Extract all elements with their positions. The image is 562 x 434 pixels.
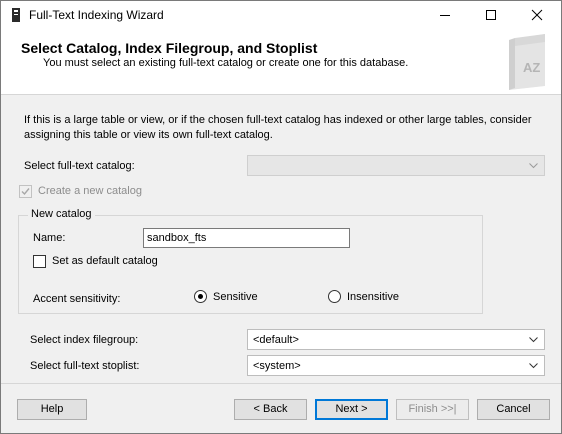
help-button[interactable]: Help — [17, 399, 87, 420]
page-title: Select Catalog, Index Filegroup, and Sto… — [21, 40, 318, 56]
next-button[interactable]: Next > — [315, 399, 388, 420]
chevron-down-icon — [529, 363, 538, 369]
chevron-down-icon — [529, 337, 538, 343]
catalog-combo[interactable] — [247, 155, 545, 176]
catalog-name-input[interactable] — [144, 229, 349, 247]
accent-sensitivity-label: Accent sensitivity: — [33, 293, 121, 305]
catalog-name-field[interactable] — [143, 228, 350, 248]
app-icon — [12, 8, 20, 22]
create-catalog-checkbox[interactable] — [19, 185, 32, 198]
close-button[interactable] — [514, 1, 560, 29]
finish-button[interactable]: Finish >>| — [396, 399, 469, 420]
insensitive-label: Insensitive — [347, 291, 399, 303]
catalog-book-icon: AZ — [509, 34, 545, 90]
minimize-button[interactable] — [422, 1, 468, 29]
filegroup-combo[interactable]: <default> — [247, 329, 545, 350]
checkmark-icon — [21, 188, 30, 196]
window-title: Full-Text Indexing Wizard — [29, 8, 164, 22]
wizard-window: Full-Text Indexing Wizard Select Catalog… — [0, 0, 562, 434]
back-button[interactable]: < Back — [234, 399, 307, 420]
intro-text: If this is a large table or view, or if … — [24, 114, 532, 141]
close-icon — [531, 9, 543, 21]
set-default-label: Set as default catalog — [52, 255, 158, 267]
page-subtitle: You must select an existing full-text ca… — [43, 57, 409, 69]
stoplist-value: <system> — [253, 360, 301, 372]
insensitive-radio[interactable] — [328, 290, 341, 303]
stoplist-label: Select full-text stoplist: — [30, 360, 140, 372]
sensitive-radio[interactable] — [194, 290, 207, 303]
filegroup-value: <default> — [253, 334, 299, 346]
title-bar: Full-Text Indexing Wizard — [1, 1, 561, 29]
wizard-header: Select Catalog, Index Filegroup, and Sto… — [1, 29, 561, 95]
stoplist-combo[interactable]: <system> — [247, 355, 545, 376]
maximize-button[interactable] — [468, 1, 514, 29]
chevron-down-icon — [529, 163, 538, 169]
sensitive-label: Sensitive — [213, 291, 258, 303]
maximize-icon — [486, 10, 496, 20]
minimize-icon — [440, 15, 450, 16]
create-catalog-label: Create a new catalog — [38, 185, 142, 197]
filegroup-label: Select index filegroup: — [30, 334, 139, 346]
footer-separator — [1, 383, 561, 384]
catalog-label: Select full-text catalog: — [24, 160, 135, 172]
set-default-checkbox[interactable] — [33, 255, 46, 268]
svg-text:AZ: AZ — [523, 60, 540, 75]
name-label: Name: — [33, 232, 66, 244]
cancel-button[interactable]: Cancel — [477, 399, 550, 420]
new-catalog-group-title: New catalog — [28, 208, 95, 220]
radio-selected-dot — [198, 294, 203, 299]
